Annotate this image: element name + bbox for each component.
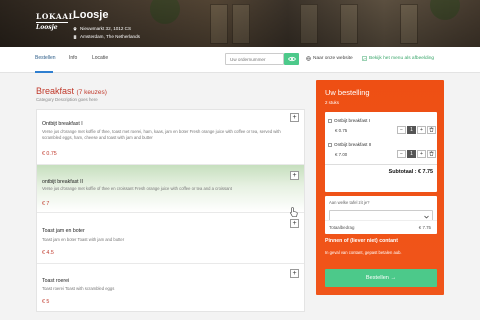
tab-locatie[interactable]: Locatie [92,55,108,61]
quantity-value: 1 [407,150,416,158]
logo-line2: Loosje [36,24,58,31]
quantity-stepper: − 1 + [397,126,436,134]
divider [325,164,437,165]
delete-item-button[interactable] [427,126,436,134]
city-line: Amsterdam, The Netherlands [73,34,140,39]
menu-item[interactable]: Toast roerei Toast roerei Toast with scr… [37,264,304,313]
checkbox-icon[interactable] [328,118,332,123]
checkout-button[interactable]: Bestellen → [325,269,437,287]
website-link[interactable]: Naar onze website [306,56,353,61]
chevron-down-icon [424,215,429,219]
item-name: Toast jam en boter [42,228,85,234]
location-pin-icon [73,26,77,31]
quantity-value: 1 [407,126,416,134]
menu-item[interactable]: ontbijt breakfast II Verse jus d'orange … [37,165,304,213]
payment-title: Pinnen of (liever niet) contant [325,238,398,244]
cart-line: Ontbijt breakfast I [328,118,370,123]
item-price: € 0.75 [42,151,57,157]
restaurant-logo: LOKAAL Loosje [36,12,75,34]
add-item-button[interactable]: + [290,269,299,278]
tab-info[interactable]: Info [69,55,77,61]
item-name: Ontbijt breakfast I [42,121,83,127]
header-banner: LOKAAL Loosje Loosje Nieuwmarkt 32, 1012… [0,0,480,47]
total-value: € 7.75 [418,225,431,230]
add-item-button[interactable]: + [290,171,299,180]
item-name: Toast roerei [42,278,70,284]
address-text: Nieuwmarkt 32, 1012 CS [80,26,132,31]
order-panel: Uw bestelling 2 stuks Ontbijt breakfast … [316,80,444,295]
checkbox-icon[interactable] [328,142,332,147]
menu-item[interactable]: Toast jam en boter Toast jam en boter To… [37,213,304,264]
category-name: Breakfast [36,86,75,96]
tab-bestellen[interactable]: Bestellen [35,55,56,61]
item-description: Verse jus d'orange met koffie of thee, t… [42,129,281,140]
order-title: Uw bestelling [325,88,370,97]
menu-item[interactable]: Ontbijt breakfast I Verse jus d'orange m… [37,110,304,165]
subtotal: Subtotaal : € 7.75 [388,169,433,175]
cart-line: Ontbijt breakfast II [328,142,371,147]
total-label: Totaalbedrag [329,225,355,230]
quantity-stepper: − 1 + [397,150,436,158]
delete-item-button[interactable] [427,150,436,158]
building-icon [73,34,77,39]
menu-image-link[interactable]: Bekijk het menu als afbeelding [362,56,434,61]
category-count: (7 keuzes) [76,89,107,96]
item-description: Verse jus d'orange met koffie of thee en… [42,186,232,191]
trash-icon [429,151,434,156]
cart-item-price: € 7.00 [335,152,348,157]
lookup-order-button[interactable] [284,53,299,65]
trash-icon [429,127,434,132]
table-question-label: Aan welke tafel zit je? [329,200,370,205]
total-row: Totaalbedrag € 7.75 [325,220,437,233]
item-name: ontbijt breakfast II [42,179,83,185]
logo-line1: LOKAAL [36,12,75,23]
item-price: € 5 [42,299,50,305]
increase-qty-button[interactable]: + [417,126,426,134]
increase-qty-button[interactable]: + [417,150,426,158]
decrease-qty-button[interactable]: − [397,150,406,158]
eye-icon [287,56,296,62]
image-icon [362,56,367,61]
add-item-button[interactable]: + [290,219,299,228]
item-price: € 4.5 [42,250,54,256]
add-item-button[interactable]: + [290,113,299,122]
order-item-count: 2 stuks [325,100,339,105]
decrease-qty-button[interactable]: − [397,126,406,134]
cart: Ontbijt breakfast I € 0.75 − 1 + Ontbijt… [325,112,437,192]
item-price: € 7 [42,201,50,207]
restaurant-name: Loosje [73,9,109,21]
payment-note: In geval van contant, gepast betalen aub… [325,250,402,255]
category-description: Category Description goes here [36,97,98,102]
cart-item-name: Ontbijt breakfast II [334,142,372,147]
menu-item-list: Ontbijt breakfast I Verse jus d'orange m… [36,109,305,312]
cart-item-name: Ontbijt breakfast I [334,118,371,123]
cart-item-price: € 0.75 [335,128,348,133]
menu-image-link-label: Bekijk het menu als afbeelding [369,56,435,61]
globe-icon [306,56,311,61]
website-link-label: Naar onze website [313,56,353,61]
hand-cursor-icon [290,207,298,217]
city-text: Amsterdam, The Netherlands [80,34,140,39]
nav-bar: Bestellen Info Locatie Naar onze website… [0,47,480,73]
category-title: Breakfast (7 keuzes) [36,86,107,96]
active-tab-indicator [35,71,53,73]
item-description: Toast jam en boter Toast with jam and bu… [42,237,125,242]
item-description: Toast roerei Toast with scrambled eggs [42,286,115,291]
order-number-input[interactable] [225,53,284,65]
address-line: Nieuwmarkt 32, 1012 CS [73,26,131,31]
